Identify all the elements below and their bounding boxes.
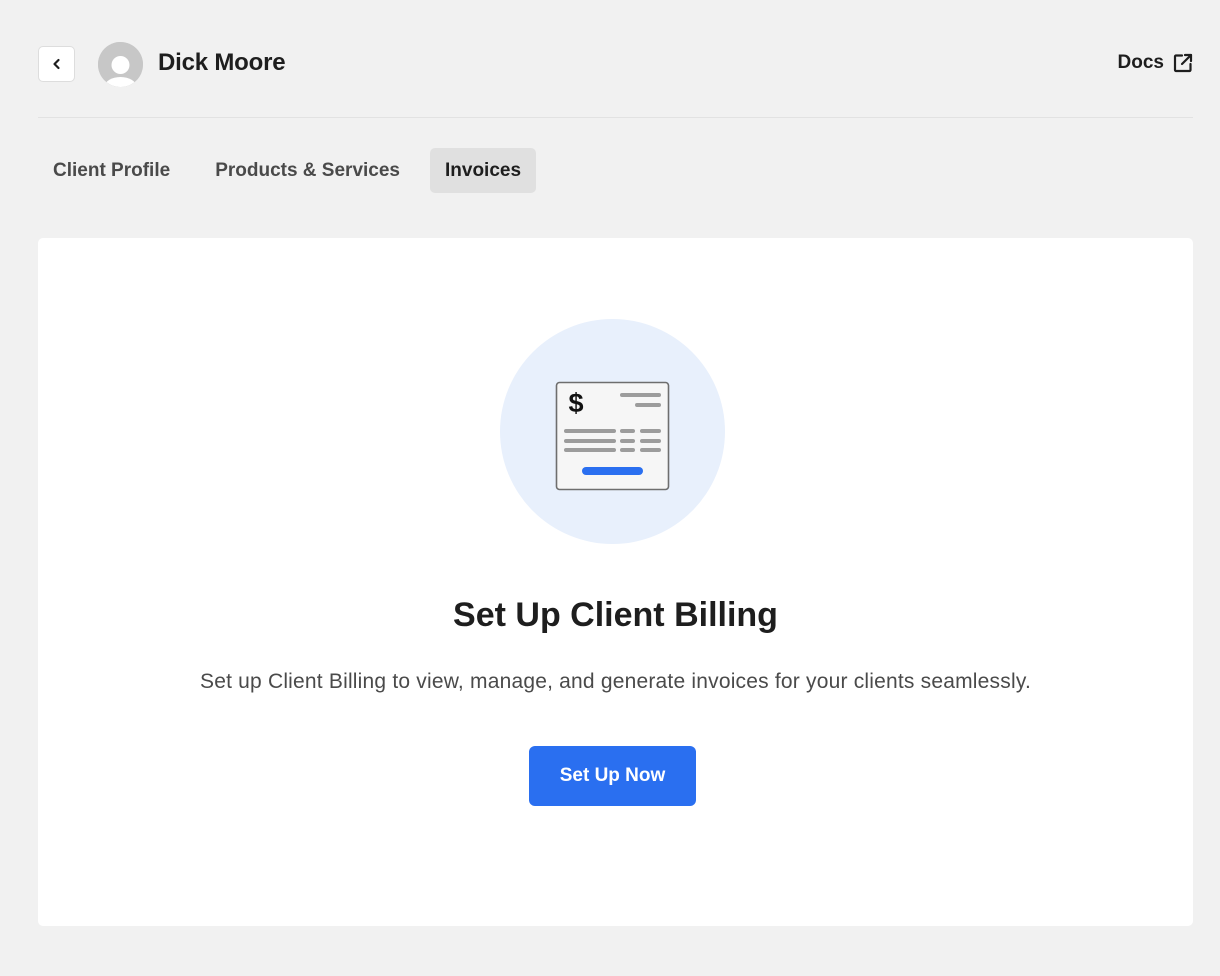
tab-bar: Client Profile Products & Services Invoi…: [38, 148, 537, 193]
tab-products-services[interactable]: Products & Services: [200, 148, 415, 193]
svg-text:$: $: [568, 388, 583, 418]
tab-client-profile[interactable]: Client Profile: [38, 148, 185, 193]
user-avatar-icon: [98, 42, 143, 87]
empty-state-title: Set Up Client Billing: [453, 596, 778, 634]
page-header: Dick Moore Docs: [38, 0, 1193, 118]
avatar: [98, 42, 143, 87]
docs-label: Docs: [1117, 52, 1164, 73]
chevron-left-icon: [52, 58, 60, 70]
empty-state-description: Set up Client Billing to view, manage, a…: [200, 670, 1031, 693]
empty-state-card: $ Set Up Client Billing Set up Client Bi…: [38, 238, 1193, 926]
external-link-icon: [1173, 53, 1193, 73]
client-invoices-page: Dick Moore Docs Client Profile Products …: [0, 0, 1220, 976]
docs-link[interactable]: Docs: [1118, 52, 1193, 74]
tab-invoices[interactable]: Invoices: [430, 148, 537, 193]
back-button[interactable]: [38, 46, 75, 82]
set-up-now-button[interactable]: Set Up Now: [529, 746, 696, 806]
illustration: $: [500, 319, 725, 544]
client-name: Dick Moore: [158, 49, 286, 76]
invoice-dollar-icon: $: [555, 381, 670, 491]
